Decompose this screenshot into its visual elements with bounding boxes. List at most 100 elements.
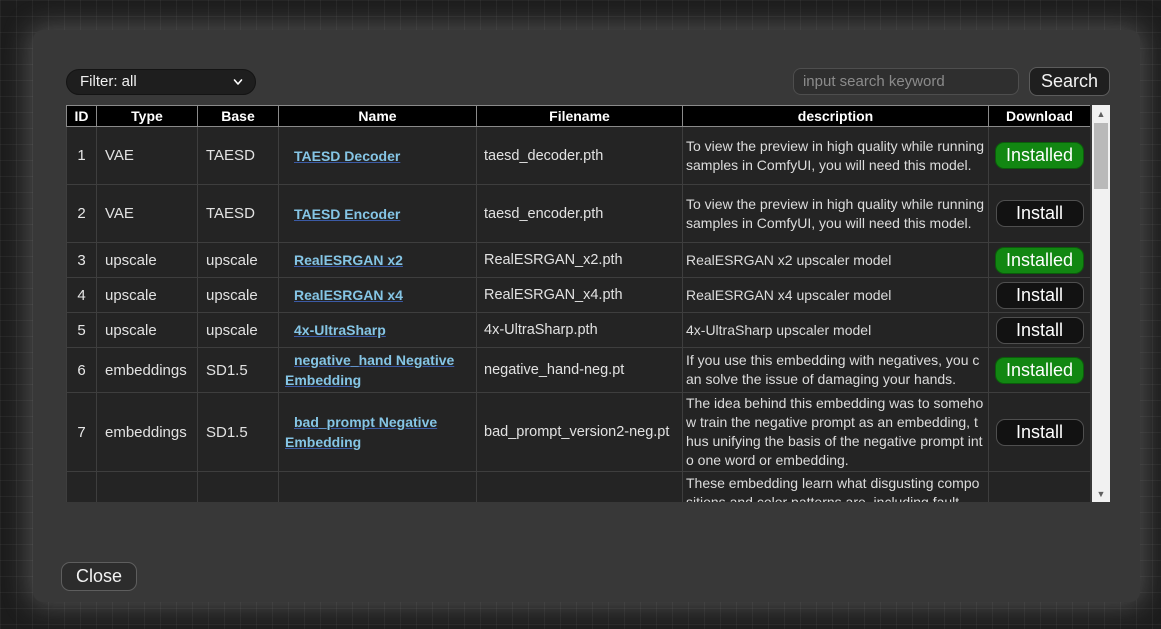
close-button[interactable]: Close [61, 562, 137, 591]
comfyui-canvas: { "dialog": { "filter": { "selected_labe… [0, 0, 1161, 629]
cell-description: If you use this embedding with negatives… [683, 348, 989, 393]
cell-download [989, 472, 1091, 503]
install-button[interactable]: Install [996, 282, 1084, 309]
cell-filename: negative_hand-neg.pt [477, 348, 683, 393]
cell-base [198, 472, 279, 503]
table-row: 3upscaleupscaleRealESRGAN x2RealESRGAN_x… [67, 243, 1091, 278]
toolbar: Filter: all Search [66, 67, 1110, 96]
install-button[interactable]: Install [996, 317, 1084, 344]
cell-type: upscale [97, 243, 198, 278]
cell-download: Install [989, 393, 1091, 472]
table-row: 5upscaleupscale4x-UltraSharp4x-UltraShar… [67, 313, 1091, 348]
models-table-scroll-area: IDTypeBaseNameFilenamedescriptionDownloa… [66, 105, 1090, 502]
cell-base: SD1.5 [198, 348, 279, 393]
column-header: Base [198, 106, 279, 127]
search-input[interactable] [793, 68, 1019, 95]
cell-filename: RealESRGAN_x4.pth [477, 278, 683, 313]
cell-description: To view the preview in high quality whil… [683, 127, 989, 185]
cell-base: SD1.5 [198, 393, 279, 472]
cell-type: upscale [97, 313, 198, 348]
table-row: 6embeddingsSD1.5negative_hand Negative E… [67, 348, 1091, 393]
cell-download: Install [989, 313, 1091, 348]
scrollbar-thumb[interactable] [1094, 123, 1108, 189]
cell-description: 4x-UltraSharp upscaler model [683, 313, 989, 348]
cell-name [279, 472, 477, 503]
chevron-down-icon [233, 77, 243, 87]
installed-button[interactable]: Installed [995, 142, 1084, 169]
cell-type: VAE [97, 185, 198, 243]
cell-download: Install [989, 278, 1091, 313]
model-name-link[interactable]: bad_prompt Negative Embedding [285, 412, 472, 452]
table-row: 7embeddingsSD1.5bad_prompt Negative Embe… [67, 393, 1091, 472]
cell-id: 7 [67, 393, 97, 472]
cell-base: upscale [198, 243, 279, 278]
cell-download: Installed [989, 348, 1091, 393]
cell-filename: taesd_encoder.pth [477, 185, 683, 243]
cell-filename: bad_prompt_version2-neg.pt [477, 393, 683, 472]
cell-description: These embedding learn what disgusting co… [683, 472, 989, 503]
cell-type [97, 472, 198, 503]
table-row: 1VAETAESD TAESD Decoder taesd_decoder.pthT… [67, 127, 1091, 185]
cell-type: embeddings [97, 393, 198, 472]
cell-name: RealESRGAN x2 [279, 243, 477, 278]
cell-base: upscale [198, 313, 279, 348]
table-header-row: IDTypeBaseNameFilenamedescriptionDownloa… [67, 106, 1091, 127]
cell-name: RealESRGAN x4 [279, 278, 477, 313]
cell-name: 4x-UltraSharp [279, 313, 477, 348]
column-header: Filename [477, 106, 683, 127]
cell-id: 5 [67, 313, 97, 348]
model-name-link[interactable]: TAESD Encoder [285, 204, 400, 224]
cell-filename [477, 472, 683, 503]
column-header: Name [279, 106, 477, 127]
cell-type: VAE [97, 127, 198, 185]
model-name-link[interactable]: RealESRGAN x2 [285, 250, 403, 270]
column-header: Download [989, 106, 1091, 127]
cell-name: TAESD Encoder [279, 185, 477, 243]
cell-filename: RealESRGAN_x2.pth [477, 243, 683, 278]
scrollbar[interactable]: ▲ ▼ [1092, 105, 1110, 502]
cell-description: The idea behind this embedding was to so… [683, 393, 989, 472]
install-button[interactable]: Install [996, 200, 1084, 227]
table-row: 2VAETAESD TAESD Encoder taesd_encoder.pthT… [67, 185, 1091, 243]
cell-download: Installed [989, 127, 1091, 185]
cell-description: RealESRGAN x4 upscaler model [683, 278, 989, 313]
model-name-link[interactable]: RealESRGAN x4 [285, 285, 403, 305]
models-table: IDTypeBaseNameFilenamedescriptionDownloa… [66, 105, 1090, 502]
cell-description: RealESRGAN x2 upscaler model [683, 243, 989, 278]
table-row: These embedding learn what disgusting co… [67, 472, 1091, 503]
cell-id [67, 472, 97, 503]
install-button[interactable]: Install [996, 419, 1084, 446]
installed-button[interactable]: Installed [995, 247, 1084, 274]
cell-description: To view the preview in high quality whil… [683, 185, 989, 243]
install-models-dialog: Filter: all Search IDTypeBaseNameFilenam… [33, 30, 1140, 602]
cell-id: 6 [67, 348, 97, 393]
table-row: 4upscaleupscaleRealESRGAN x4RealESRGAN_x… [67, 278, 1091, 313]
scrollbar-up-arrow-icon[interactable]: ▲ [1092, 105, 1110, 122]
model-name-link[interactable]: negative_hand Negative Embedding [285, 350, 472, 390]
cell-type: upscale [97, 278, 198, 313]
cell-name: TAESD Decoder [279, 127, 477, 185]
cell-id: 1 [67, 127, 97, 185]
search-area: Search [793, 67, 1110, 96]
cell-filename: 4x-UltraSharp.pth [477, 313, 683, 348]
cell-filename: taesd_decoder.pth [477, 127, 683, 185]
model-name-link[interactable]: 4x-UltraSharp [285, 320, 386, 340]
filter-select[interactable]: Filter: all [66, 69, 256, 95]
filter-select-label: Filter: all [80, 73, 137, 90]
search-button[interactable]: Search [1029, 67, 1110, 96]
column-header: Type [97, 106, 198, 127]
cell-base: TAESD [198, 127, 279, 185]
cell-base: upscale [198, 278, 279, 313]
column-header: ID [67, 106, 97, 127]
cell-download: Installed [989, 243, 1091, 278]
model-name-link[interactable]: TAESD Decoder [285, 146, 400, 166]
scrollbar-down-arrow-icon[interactable]: ▼ [1092, 485, 1110, 502]
cell-name: bad_prompt Negative Embedding [279, 393, 477, 472]
cell-base: TAESD [198, 185, 279, 243]
cell-id: 2 [67, 185, 97, 243]
cell-name: negative_hand Negative Embedding [279, 348, 477, 393]
cell-id: 4 [67, 278, 97, 313]
column-header: description [683, 106, 989, 127]
installed-button[interactable]: Installed [995, 357, 1084, 384]
table-body: 1VAETAESDTAESD Decodertaesd_decoder.pthT… [67, 127, 1091, 503]
